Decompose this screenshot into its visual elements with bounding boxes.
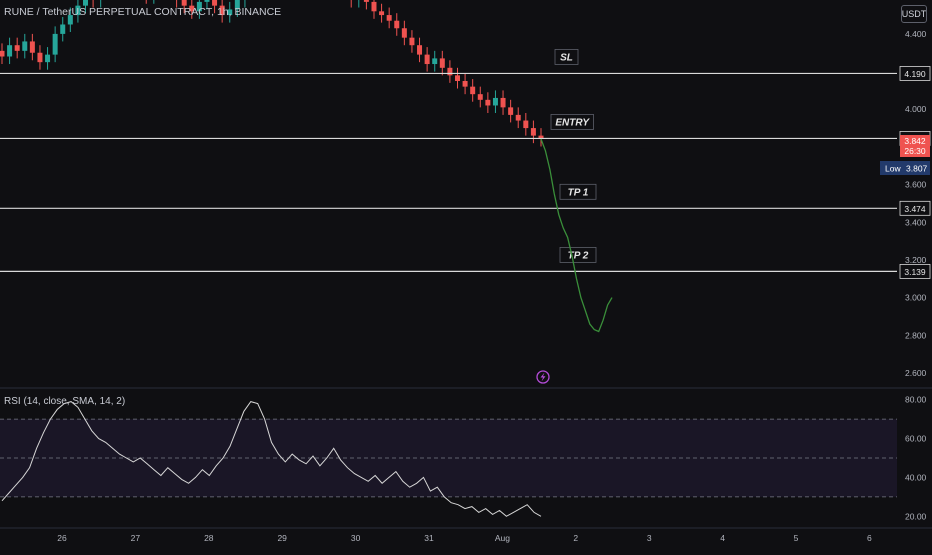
symbol-title: RUNE / TetherUS PERPETUAL CONTRACT, 1h, … [4,6,282,18]
low-value: 3.807 [906,164,928,174]
level-axis-value: 3.474 [904,204,926,214]
time-axis-tick: 2 [573,533,578,543]
time-axis-tick: 30 [351,533,361,543]
candle-body [424,54,430,65]
rsi-axis-tick: 20.00 [905,511,927,521]
price-axis-tick: 4.400 [905,29,927,39]
level-axis-value: 4.190 [904,69,926,79]
chart-stage[interactable]: SLENTRYTP 1TP 2 4.4004.2004.0003.8003.60… [0,0,932,550]
time-axis-tick: 27 [131,533,141,543]
candle-body [45,54,51,63]
time-axis-tick: 5 [794,533,799,543]
time-axis-tick: 26 [57,533,67,543]
candle-body [462,80,468,87]
price-panel: SLENTRYTP 1TP 2 [0,0,897,333]
candle-body [477,94,483,100]
candle-body [29,41,35,53]
level-label: ENTRY [555,117,590,128]
candle-body [0,50,5,57]
candle-body [523,120,529,129]
candle-body [409,37,415,46]
level-axis-value: 3.139 [904,267,926,277]
price-axis-tick: 3.000 [905,293,927,303]
time-axis-tick: Aug [495,533,510,543]
current-price-value: 3.842 [904,136,926,146]
lightning-icon[interactable] [536,370,550,384]
price-axis-tick: 3.400 [905,217,927,227]
candle-body [485,99,491,106]
low-label: Low [885,164,901,174]
projected-path-line [540,138,613,333]
candle-body [394,20,400,29]
candle-body [386,15,392,21]
candle-body [22,41,28,51]
candle-body [204,0,210,2]
candle-body [515,114,521,121]
candle-body [492,97,498,106]
time-axis-tick: 6 [867,533,872,543]
candle-body [432,58,438,65]
time-axis-tick: 4 [720,533,725,543]
candle-body [181,0,187,6]
time-axis-tick: 3 [647,533,652,543]
price-axis-tick: 2.600 [905,368,927,378]
level-label: TP 1 [568,187,589,198]
rsi-axis-tick: 80.00 [905,395,927,405]
rsi-axis-tick: 60.00 [905,434,927,444]
currency-button[interactable]: USDT [901,5,927,23]
candle-body [454,75,460,81]
level-label: SL [560,52,573,63]
price-axis-tick: 3.200 [905,255,927,265]
rsi-axis-tick: 40.00 [905,472,927,482]
candle-body [14,45,20,51]
time-axis-tick: 29 [277,533,287,543]
price-axis-tick: 2.800 [905,330,927,340]
candle-body [401,28,407,38]
candle-body [37,52,43,63]
time-axis-tick: 31 [424,533,434,543]
candle-body [508,107,514,115]
candle-body [417,45,423,55]
candle-body [363,0,369,2]
price-axis-tick: 4.000 [905,104,927,114]
countdown-value: 26:30 [904,146,926,156]
candle-body [212,0,218,6]
candle-body [447,67,453,76]
candle-body [83,0,89,6]
candle-body [439,58,445,68]
rsi-panel [0,401,897,517]
price-chart[interactable]: SLENTRYTP 1TP 2 4.4004.2004.0003.8003.60… [0,0,932,550]
rsi-indicator-title: RSI (14, close, SMA, 14, 2) [4,396,126,407]
candle-body [60,24,66,34]
candle-body [7,45,13,57]
candle-body [470,86,476,95]
candle-body [379,11,385,16]
price-axis-tick: 3.600 [905,180,927,190]
candle-body [371,1,377,12]
candle-body [500,97,506,108]
candle-body [52,33,58,55]
candle-body [530,128,536,136]
time-axis-tick: 28 [204,533,214,543]
